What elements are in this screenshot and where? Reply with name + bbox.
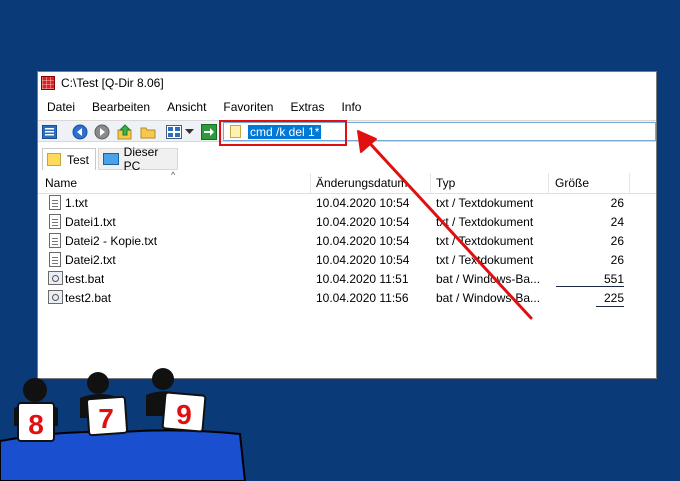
- file-name: test.bat: [65, 272, 105, 286]
- file-name: Datei1.txt: [65, 215, 116, 229]
- file-date: 10.04.2020 10:54: [316, 215, 410, 229]
- menu-bar: Datei Bearbeiten Ansicht Favoriten Extra…: [38, 97, 656, 117]
- go-button[interactable]: [200, 123, 217, 140]
- column-divider[interactable]: [548, 173, 549, 193]
- forward-button[interactable]: [93, 123, 110, 140]
- menu-info[interactable]: Info: [332, 100, 369, 114]
- column-type[interactable]: Typ: [436, 176, 455, 190]
- tab-label: Test: [67, 152, 90, 167]
- file-row[interactable]: Datei1.txt 10.04.2020 10:54 txt / Textdo…: [38, 213, 656, 232]
- menu-datei[interactable]: Datei: [38, 100, 83, 114]
- file-type: txt / Textdokument: [436, 234, 534, 248]
- file-date: 10.04.2020 10:54: [316, 234, 410, 248]
- view-mode-button[interactable]: [165, 123, 182, 140]
- score-9: 9: [176, 399, 192, 430]
- title-bar: C:\Test [Q-Dir 8.06]: [38, 72, 656, 94]
- menu-ansicht[interactable]: Ansicht: [158, 100, 214, 114]
- column-header: Name ^ Änderungsdatum Typ Größe: [38, 170, 656, 194]
- file-date: 10.04.2020 10:54: [316, 253, 410, 267]
- tab-bar: Test Dieser PC: [38, 145, 656, 173]
- file-date: 10.04.2020 11:51: [316, 272, 409, 286]
- jury-cartoon: 8 7 9: [0, 368, 247, 481]
- chevron-down-icon: [184, 128, 194, 134]
- file-row[interactable]: test2.bat 10.04.2020 11:56 bat / Windows…: [38, 289, 656, 308]
- back-button[interactable]: [71, 123, 88, 140]
- file-size: 551: [603, 272, 624, 286]
- score-card: 9: [161, 391, 207, 433]
- column-date[interactable]: Änderungsdatum: [316, 176, 407, 190]
- file-date: 10.04.2020 11:56: [316, 291, 409, 305]
- file-type: bat / Windows-Ba...: [436, 291, 541, 305]
- menu-favoriten[interactable]: Favoriten: [214, 100, 281, 114]
- batch-file-icon: [48, 290, 63, 304]
- file-name: Datei2 - Kopie.txt: [65, 234, 158, 248]
- file-row[interactable]: 1.txt 10.04.2020 10:54 txt / Textdokumen…: [38, 194, 656, 213]
- qdir-window: C:\Test [Q-Dir 8.06] Datei Bearbeiten An…: [37, 71, 657, 379]
- document-icon: [230, 125, 241, 138]
- text-file-icon: [49, 214, 61, 229]
- file-row[interactable]: Datei2 - Kopie.txt 10.04.2020 10:54 txt …: [38, 232, 656, 251]
- column-name[interactable]: Name: [45, 176, 77, 190]
- view-mode-dropdown[interactable]: [183, 123, 195, 140]
- view-panels-button[interactable]: [41, 123, 58, 140]
- file-size: 26: [610, 253, 624, 267]
- address-input-text[interactable]: cmd /k del 1*: [248, 125, 322, 139]
- window-title: C:\Test [Q-Dir 8.06]: [61, 76, 164, 90]
- computer-icon: [103, 153, 119, 165]
- file-size: 26: [610, 234, 624, 248]
- score-card: 7: [85, 395, 129, 437]
- file-date: 10.04.2020 10:54: [316, 196, 410, 210]
- text-file-icon: [49, 252, 61, 267]
- up-arrow-icon: [117, 123, 131, 139]
- size-bar: [596, 306, 624, 307]
- menu-extras[interactable]: Extras: [281, 100, 332, 114]
- folder-icon: [47, 153, 61, 166]
- file-name: Datei2.txt: [65, 253, 116, 267]
- score-7: 7: [98, 403, 114, 434]
- file-row[interactable]: Datei2.txt 10.04.2020 10:54 txt / Textdo…: [38, 251, 656, 270]
- panels-icon: [42, 124, 57, 139]
- file-type: bat / Windows-Ba...: [436, 272, 541, 286]
- file-type: txt / Textdokument: [436, 196, 534, 210]
- folder-icon: [140, 127, 155, 138]
- column-divider[interactable]: [629, 173, 630, 193]
- forward-arrow-icon: [94, 124, 109, 139]
- file-size: 26: [610, 196, 624, 210]
- file-size: 24: [610, 215, 624, 229]
- file-size: 225: [603, 291, 624, 305]
- tab-dieser-pc[interactable]: Dieser PC: [98, 145, 178, 173]
- file-name: 1.txt: [65, 196, 88, 210]
- text-file-icon: [49, 195, 61, 210]
- text-file-icon: [49, 233, 61, 248]
- go-arrow-icon: [200, 123, 217, 140]
- tab-test[interactable]: Test: [42, 148, 96, 170]
- qdir-app-icon: [41, 76, 55, 90]
- toolbar: cmd /k del 1*: [38, 120, 656, 142]
- grid-view-icon: [165, 124, 182, 139]
- tab-label: Dieser PC: [123, 145, 159, 173]
- file-type: txt / Textdokument: [436, 253, 534, 267]
- file-type: txt / Textdokument: [436, 215, 534, 229]
- batch-file-icon: [48, 271, 63, 285]
- size-bar: [556, 286, 624, 287]
- column-divider[interactable]: [430, 173, 431, 193]
- file-name: test2.bat: [65, 291, 112, 305]
- sort-caret-icon: ^: [171, 170, 176, 180]
- score-8: 8: [28, 409, 44, 440]
- score-card: 8: [17, 402, 55, 442]
- open-folder-button[interactable]: [139, 123, 156, 140]
- address-bar[interactable]: cmd /k del 1*: [223, 122, 656, 141]
- back-arrow-icon: [72, 124, 87, 139]
- up-folder-button[interactable]: [116, 123, 133, 140]
- menu-bearbeiten[interactable]: Bearbeiten: [83, 100, 158, 114]
- column-divider[interactable]: [310, 173, 311, 193]
- column-size[interactable]: Größe: [555, 176, 589, 190]
